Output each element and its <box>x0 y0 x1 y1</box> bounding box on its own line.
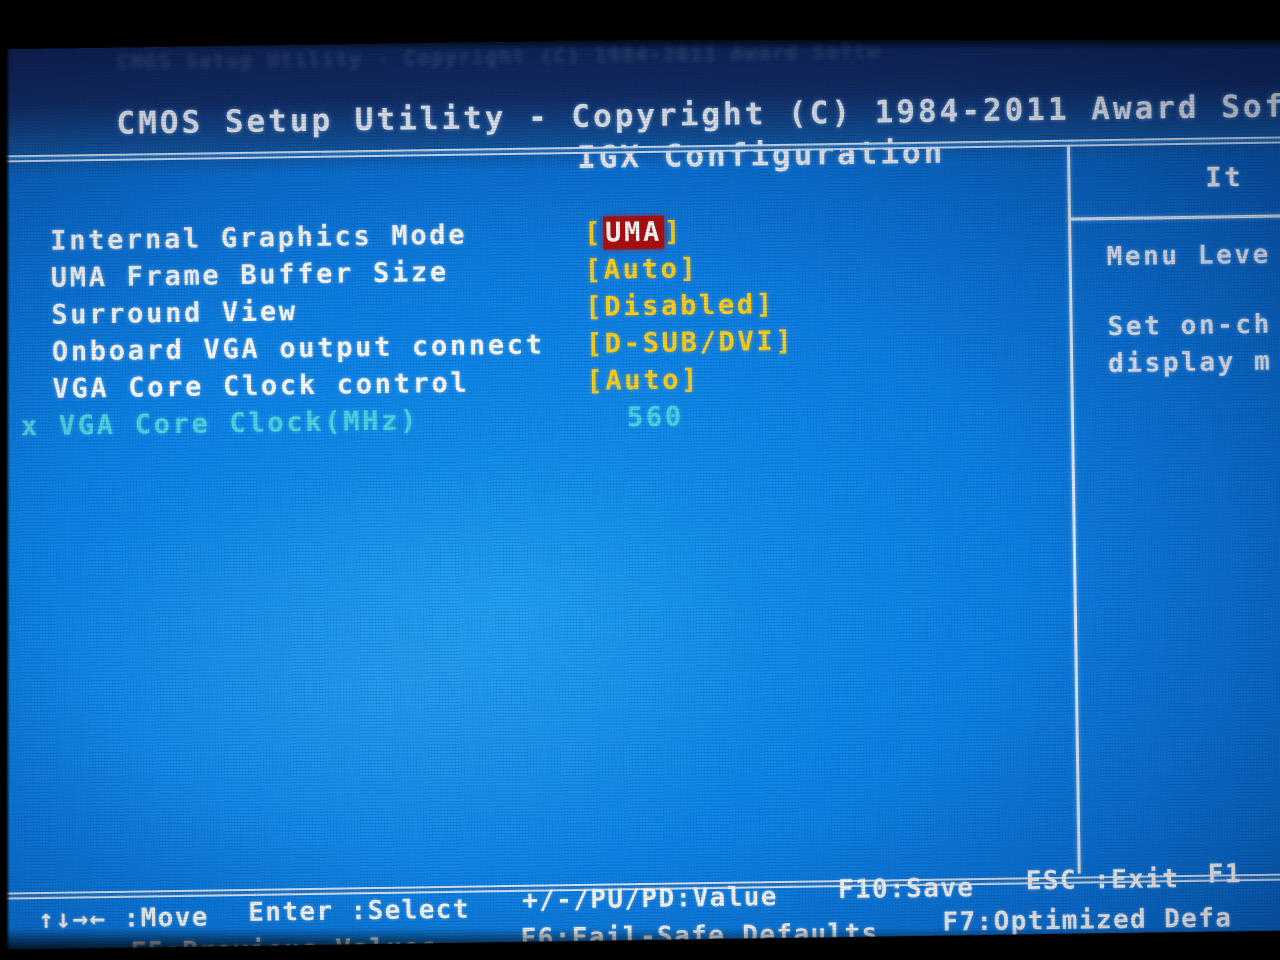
sidebar-header-rule <box>1068 213 1280 221</box>
setting-value-0[interactable]: [UMA] <box>583 215 684 250</box>
value-text: Auto <box>603 253 680 286</box>
legend-select[interactable]: Enter :Select <box>248 895 470 928</box>
item-help-header: It <box>1205 162 1244 194</box>
value-bracket-open: [ <box>584 254 604 286</box>
selected-value-highlight: UMA <box>602 215 665 250</box>
value-bracket-close: ] <box>679 253 699 285</box>
setting-label-3[interactable]: Onboard VGA output connect <box>52 329 545 367</box>
setting-label-4[interactable]: VGA Core Clock control <box>52 368 469 405</box>
settings-list: Internal Graphics Mode [UMA] UMA Frame Buf… <box>0 30 1280 442</box>
item-help-text-line1: Set on-ch <box>1107 309 1273 343</box>
legend-optimized-defaults[interactable]: F7:Optimized Defa <box>942 903 1232 937</box>
setting-value-3[interactable]: [D-SUB/DVI] <box>586 326 795 360</box>
setting-value-2[interactable]: [Disabled] <box>585 289 775 323</box>
legend-move[interactable]: ↑↓→← :Move <box>38 903 209 936</box>
setting-value-1[interactable]: [Auto] <box>585 253 699 286</box>
ghost-reflection-title: CMOS Setup Utility - Copyright (C) 1984-… <box>117 40 882 74</box>
legend-failsafe-defaults[interactable]: F6:Fail-Safe Defaults <box>520 919 879 950</box>
value-bracket-open: [ <box>585 328 606 360</box>
setting-label-1[interactable]: UMA Frame Buffer Size <box>51 257 449 294</box>
legend-help[interactable]: F1 <box>1208 859 1243 890</box>
legend-exit[interactable]: ESC :Exit <box>1026 864 1180 896</box>
setting-label-0[interactable]: Internal Graphics Mode <box>50 220 467 257</box>
setting-label-2[interactable]: Surround View <box>51 296 298 331</box>
value-bracket-close: ] <box>775 325 795 358</box>
setting-value-4[interactable]: [Auto] <box>586 364 700 397</box>
legend-value[interactable]: +/-/PU/PD:Value <box>522 882 778 916</box>
value-text: Disabled <box>604 289 757 323</box>
value-bracket-open: [ <box>583 217 604 249</box>
value-bracket-close: ] <box>663 216 684 248</box>
panel-divider-vertical <box>1066 145 1081 874</box>
setting-label-5[interactable]: x VGA Core Clock(MHz) <box>21 405 419 442</box>
item-help-text-line2: display m <box>1107 346 1273 380</box>
value-bracket-open: [ <box>586 365 606 397</box>
monitor-screen: CMOS Setup Utility - Copyright (C) 1984-… <box>0 30 1280 950</box>
legend-previous-values[interactable]: F5:Previous Values <box>131 933 438 950</box>
page-subtitle: IGX Configuration <box>576 134 946 176</box>
value-bracket-open: [ <box>585 291 605 323</box>
bios-screenshot-photo: CMOS Setup Utility - Copyright (C) 1984-… <box>0 0 1280 960</box>
photo-bezel-bottom <box>0 952 1280 960</box>
value-bracket-close: ] <box>680 364 701 396</box>
value-bracket-close: ] <box>755 289 776 321</box>
value-text: D-SUB/DVI <box>604 326 776 360</box>
setting-value-5[interactable]: 560 <box>627 401 684 433</box>
value-text: Auto <box>605 364 682 397</box>
page-title: CMOS Setup Utility - Copyright (C) 1984-… <box>116 87 1280 142</box>
legend-save[interactable]: F10:Save <box>838 873 975 905</box>
menu-level-label: Menu Leve <box>1106 239 1272 273</box>
